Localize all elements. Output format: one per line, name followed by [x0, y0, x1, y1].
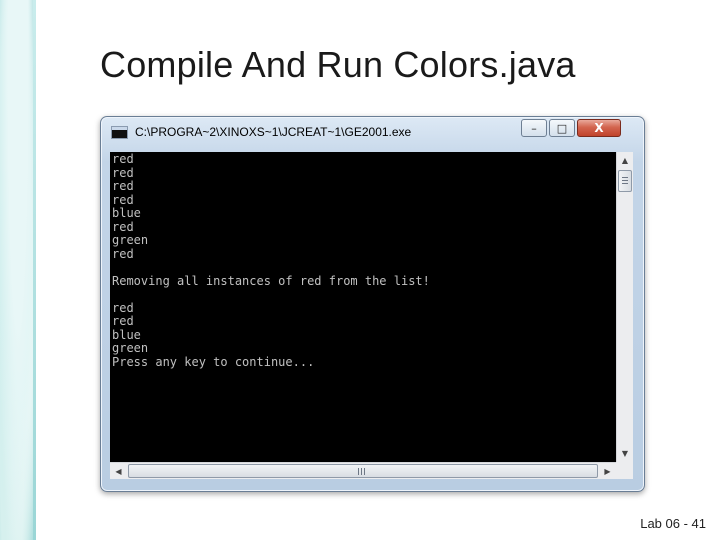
slide-title: Compile And Run Colors.java	[100, 44, 576, 85]
vertical-scroll-thumb[interactable]	[618, 170, 632, 192]
console-line: red	[112, 219, 134, 234]
console-line: Removing all instances of red from the l…	[112, 273, 430, 288]
console-line: red	[112, 179, 134, 193]
console-line: blue	[112, 206, 141, 220]
scrollbar-corner	[616, 462, 633, 479]
vertical-scrollbar[interactable]: ▲ ▼	[616, 152, 633, 462]
console-line: green	[112, 233, 149, 247]
console-line: red	[112, 246, 134, 261]
horizontal-scrollbar[interactable]: ◀ ▶	[110, 462, 616, 479]
console-line: Press any key to continue...	[112, 354, 315, 369]
window-title: C:\PROGRA~2\XINOXS~1\JCREAT~1\GE2001.exe	[135, 125, 412, 139]
scroll-right-arrow-icon[interactable]: ▶	[599, 463, 616, 479]
console-line: red	[112, 314, 134, 328]
console-window-icon[interactable]	[111, 126, 128, 139]
console-window[interactable]: C:\PROGRA~2\XINOXS~1\JCREAT~1\GE2001.exe…	[100, 116, 645, 492]
decorative-side-strip	[0, 0, 36, 540]
console-line: red	[112, 165, 134, 180]
scroll-left-arrow-icon[interactable]: ◀	[110, 463, 127, 479]
scroll-down-arrow-icon[interactable]: ▼	[617, 445, 633, 462]
scroll-up-arrow-icon[interactable]: ▲	[617, 152, 633, 169]
console-line: green	[112, 341, 149, 355]
console-line: blue	[112, 327, 141, 342]
maximize-button[interactable]: □	[549, 119, 575, 137]
console-text: red red red red blue red green red Removing all …	[112, 152, 430, 369]
window-titlebar[interactable]: C:\PROGRA~2\XINOXS~1\JCREAT~1\GE2001.exe…	[101, 117, 644, 145]
console-line: red	[112, 192, 134, 207]
horizontal-scroll-thumb[interactable]	[128, 464, 598, 478]
console-output[interactable]: red red red red blue red green red Removing all …	[110, 152, 616, 462]
close-button[interactable]: X	[577, 119, 621, 137]
slide-number: Lab 06 - 41	[640, 516, 706, 531]
console-line: red	[112, 300, 134, 315]
minimize-button[interactable]: –	[521, 119, 547, 137]
console-line: red	[112, 152, 134, 166]
